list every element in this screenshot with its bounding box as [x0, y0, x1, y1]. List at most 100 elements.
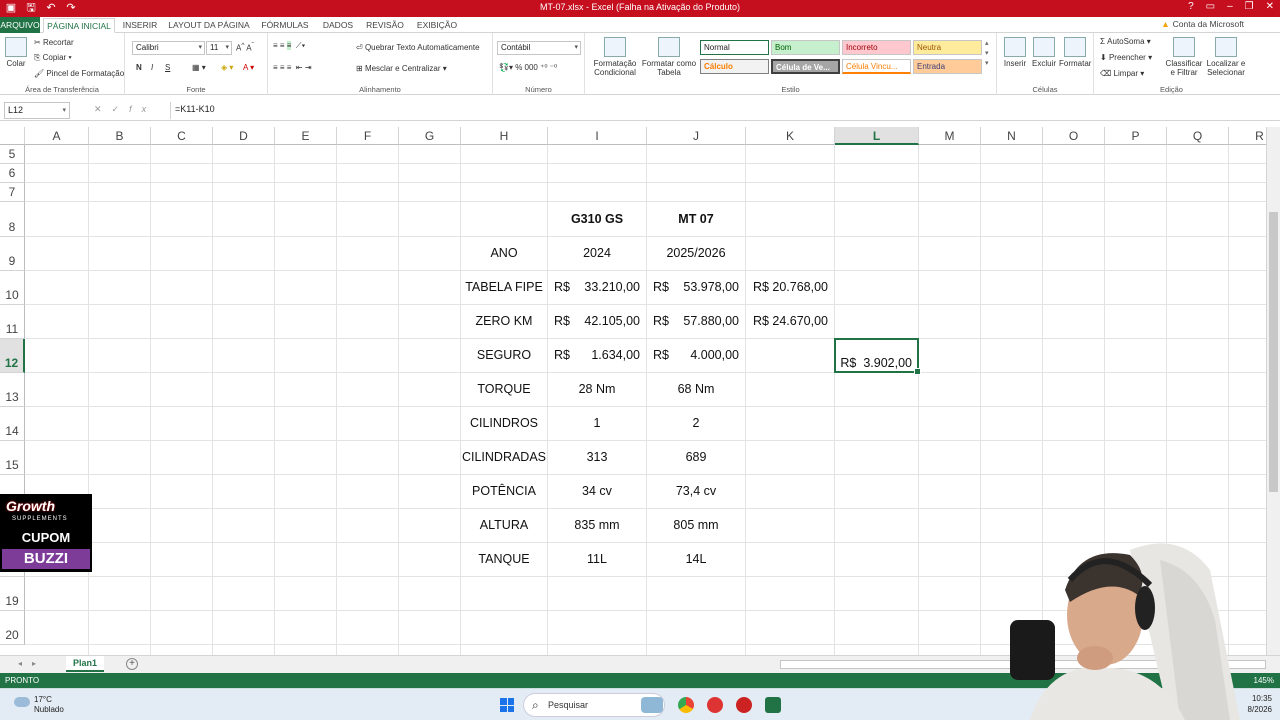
- tab-home[interactable]: PÁGINA INICIAL: [43, 18, 115, 33]
- account-link[interactable]: ▲ Conta da Microsoft: [1161, 19, 1244, 29]
- scroll-thumb[interactable]: [1269, 212, 1278, 492]
- chrome-icon[interactable]: [678, 697, 694, 713]
- row-header-9[interactable]: 9: [0, 237, 25, 271]
- cell-k10[interactable]: R$ 20.768,00: [746, 280, 834, 294]
- vertical-scrollbar[interactable]: [1266, 127, 1280, 655]
- row-header-12[interactable]: 12: [0, 339, 25, 373]
- name-box[interactable]: L12: [4, 102, 70, 119]
- style-good[interactable]: Bom: [771, 40, 840, 55]
- cell-h14[interactable]: CILINDROS: [461, 416, 547, 430]
- style-check-cell[interactable]: Célula de Ve...: [771, 59, 840, 74]
- cut-button[interactable]: ✂ Recortar: [34, 38, 74, 47]
- underline-button[interactable]: S: [165, 63, 170, 72]
- col-header-o[interactable]: O: [1043, 127, 1105, 145]
- cell-i9[interactable]: 2024: [548, 246, 646, 260]
- col-header-e[interactable]: E: [275, 127, 337, 145]
- col-header-a[interactable]: A: [25, 127, 89, 145]
- col-header-g[interactable]: G: [399, 127, 461, 145]
- cell-h12[interactable]: SEGURO: [461, 348, 547, 362]
- wrap-text-button[interactable]: ⏎ Quebrar Texto Automaticamente: [356, 43, 480, 52]
- copy-button[interactable]: ⎘ Copiar ▾: [34, 53, 72, 63]
- col-header-r[interactable]: R: [1229, 127, 1266, 145]
- delete-cells-button[interactable]: Excluir: [1030, 37, 1058, 68]
- row-header-13[interactable]: 13: [0, 373, 25, 407]
- tab-formulas[interactable]: FÓRMULAS: [260, 18, 310, 33]
- col-header-b[interactable]: B: [89, 127, 151, 145]
- cell-i18[interactable]: 11L: [548, 552, 646, 566]
- cell-k11[interactable]: R$ 24.670,00: [746, 314, 834, 328]
- number-format-select[interactable]: Contábil: [497, 41, 581, 55]
- row-header-19[interactable]: 19: [0, 577, 25, 611]
- cell-h18[interactable]: TANQUE: [461, 552, 547, 566]
- cell-i15[interactable]: 313: [548, 450, 646, 464]
- restore-icon[interactable]: ❐: [1245, 1, 1254, 12]
- excel-taskbar-icon[interactable]: [765, 697, 781, 713]
- tab-file[interactable]: ARQUIVO: [0, 17, 40, 33]
- style-input[interactable]: Entrada: [913, 59, 982, 74]
- cell-h9[interactable]: ANO: [461, 246, 547, 260]
- style-calculation[interactable]: Cálculo: [700, 59, 769, 74]
- cell-j16[interactable]: 73,4 cv: [647, 484, 745, 498]
- col-header-l[interactable]: L: [835, 127, 919, 145]
- fx-icon[interactable]: ✕✓fx: [94, 104, 156, 115]
- windows-start-icon[interactable]: [500, 698, 514, 712]
- cell-h10[interactable]: TABELA FIPE: [461, 280, 547, 294]
- style-bad[interactable]: Incorreto: [842, 40, 911, 55]
- sort-filter-button[interactable]: Classificar e Filtrar: [1164, 37, 1204, 77]
- fill-color-icon[interactable]: ◈ ▾: [221, 63, 233, 72]
- styles-scroll-icon[interactable]: ▴ ▾ ▾: [985, 39, 989, 69]
- format-painter-button[interactable]: 🖌 Pincel de Formatação: [34, 69, 124, 78]
- col-header-n[interactable]: N: [981, 127, 1043, 145]
- app-icon-red[interactable]: [707, 697, 723, 713]
- clear-button[interactable]: ⌫ Limpar ▾: [1100, 69, 1144, 78]
- select-all-corner[interactable]: [0, 127, 25, 145]
- tab-data[interactable]: DADOS: [320, 18, 356, 33]
- minimize-icon[interactable]: –: [1227, 1, 1233, 12]
- insert-cells-button[interactable]: Inserir: [1001, 37, 1029, 68]
- row-header-20[interactable]: 20: [0, 611, 25, 645]
- ribbon-display-icon[interactable]: ▭: [1206, 1, 1215, 12]
- cell-i10[interactable]: R$ 33.210,00: [548, 280, 646, 294]
- col-header-m[interactable]: M: [919, 127, 981, 145]
- row-header-10[interactable]: 10: [0, 271, 25, 305]
- format-cells-button[interactable]: Formatar: [1059, 37, 1091, 68]
- align-left-icon[interactable]: ≡ ≡ ≡ ⇤ ⇥: [273, 63, 312, 72]
- col-header-q[interactable]: Q: [1167, 127, 1229, 145]
- autosum-button[interactable]: Σ AutoSoma ▾: [1100, 37, 1151, 46]
- cell-j9[interactable]: 2025/2026: [647, 246, 745, 260]
- active-cell-selection[interactable]: [834, 338, 921, 375]
- bold-button[interactable]: N: [136, 63, 142, 72]
- cell-i11[interactable]: R$ 42.105,00: [548, 314, 646, 328]
- cell-i13[interactable]: 28 Nm: [548, 382, 646, 396]
- formula-input[interactable]: =K11-K10: [170, 102, 1266, 119]
- cell-j8[interactable]: MT 07: [647, 212, 745, 226]
- cell-j17[interactable]: 805 mm: [647, 518, 745, 532]
- cell-j15[interactable]: 689: [647, 450, 745, 464]
- col-header-d[interactable]: D: [213, 127, 275, 145]
- cell-i12[interactable]: R$ 1.634,00: [548, 348, 646, 362]
- sheet-tab[interactable]: Plan1: [66, 656, 104, 672]
- close-icon[interactable]: ✕: [1266, 1, 1274, 12]
- accounting-format-icon[interactable]: 💱▾ % 000 ⁺⁰ ⁻⁰: [499, 63, 557, 72]
- row-header-8[interactable]: 8: [0, 202, 25, 237]
- col-header-h[interactable]: H: [461, 127, 548, 145]
- col-header-i[interactable]: I: [548, 127, 647, 145]
- font-name-select[interactable]: Calibri: [132, 41, 205, 55]
- find-select-button[interactable]: Localizar e Selecionar: [1204, 37, 1248, 77]
- cell-j10[interactable]: R$ 53.978,00: [647, 280, 745, 294]
- cell-h17[interactable]: ALTURA: [461, 518, 547, 532]
- cell-j12[interactable]: R$ 4.000,00: [647, 348, 745, 362]
- style-normal[interactable]: Normal: [700, 40, 769, 55]
- borders-icon[interactable]: ▦ ▾: [192, 63, 206, 72]
- row-header-14[interactable]: 14: [0, 407, 25, 441]
- align-top-icon[interactable]: ≡ ≡ ≡ ⟋▾: [273, 41, 305, 51]
- fill-button[interactable]: ⬇ Preencher ▾: [1100, 53, 1152, 62]
- cell-j11[interactable]: R$ 57.880,00: [647, 314, 745, 328]
- row-header-15[interactable]: 15: [0, 441, 25, 475]
- cell-h15[interactable]: CILINDRADAS: [461, 450, 547, 464]
- italic-button[interactable]: I: [151, 63, 153, 72]
- style-linked-cell[interactable]: Célula Vincu...: [842, 59, 911, 74]
- col-header-f[interactable]: F: [337, 127, 399, 145]
- cell-i14[interactable]: 1: [548, 416, 646, 430]
- row-header-11[interactable]: 11: [0, 305, 25, 339]
